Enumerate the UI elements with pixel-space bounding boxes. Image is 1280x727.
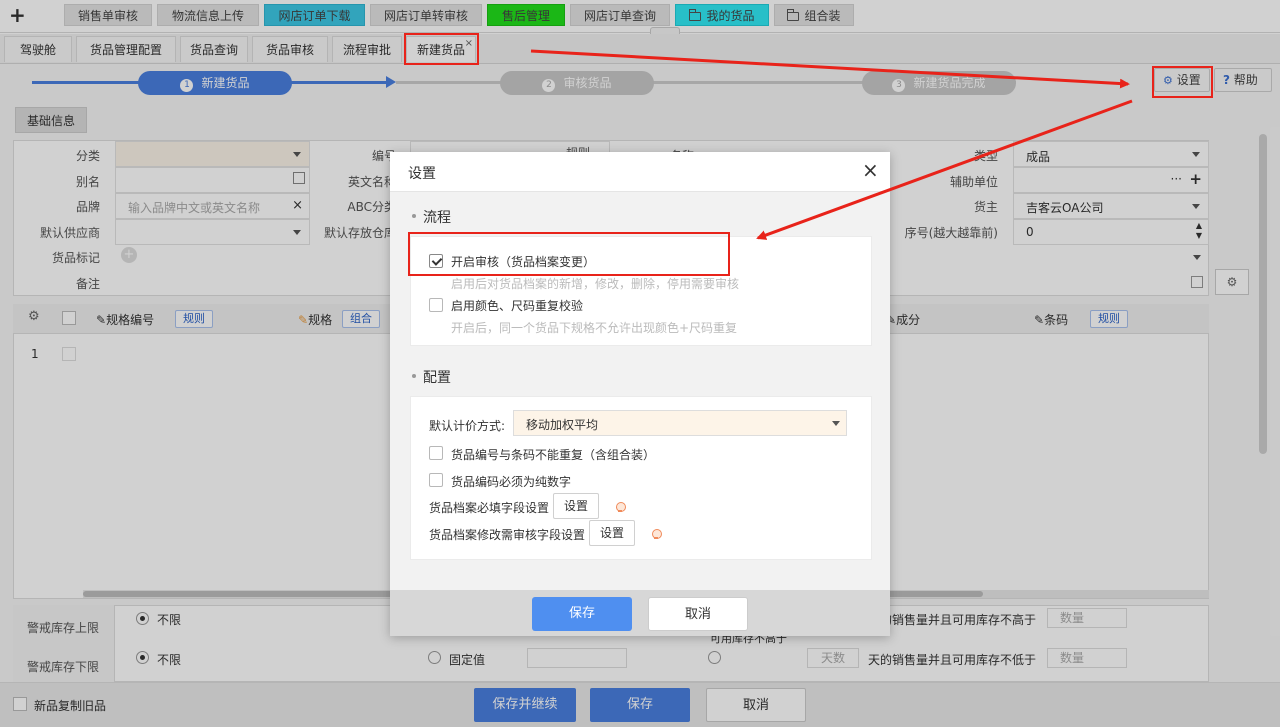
arrow-to-settings (530, 49, 1130, 89)
annotation-arrows (530, 49, 1133, 240)
arrow-to-audit-option (756, 99, 1133, 240)
